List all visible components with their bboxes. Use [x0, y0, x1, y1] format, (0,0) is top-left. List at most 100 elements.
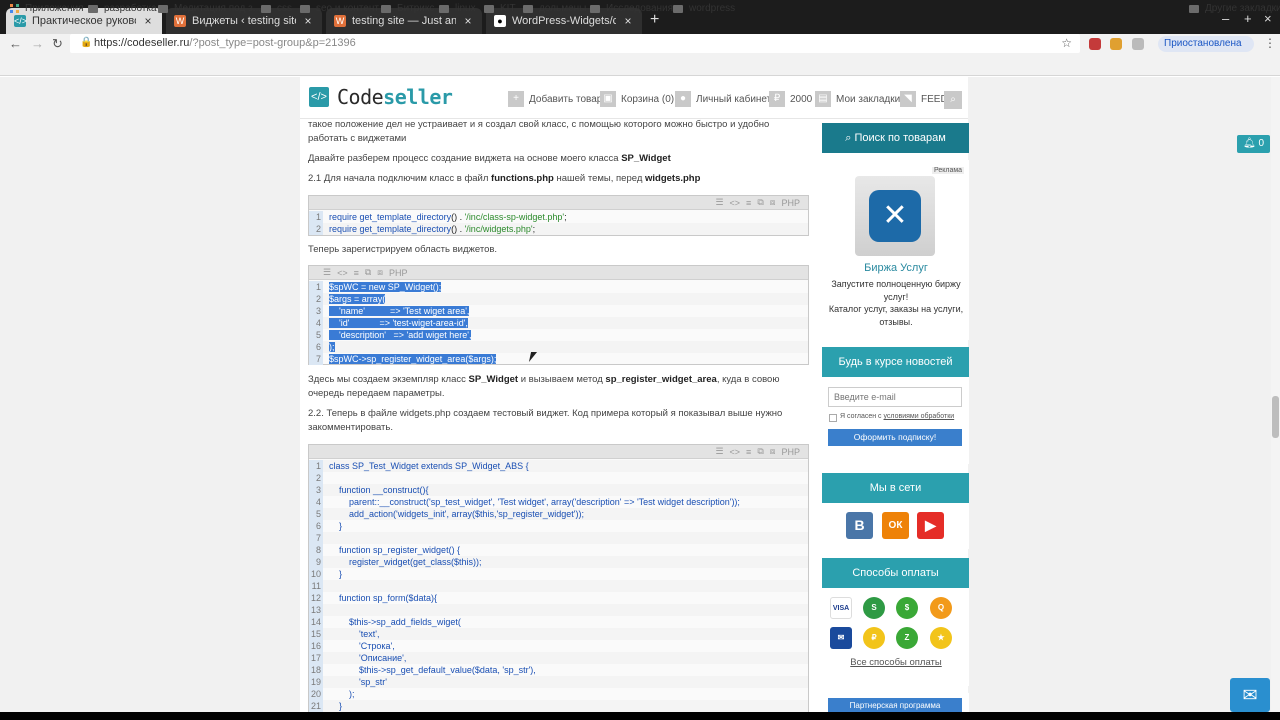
- code-icon[interactable]: <>: [730, 447, 741, 457]
- bookmark-folder[interactable]: KIT: [484, 3, 516, 14]
- code-text: $this->sp_add_fields_wiget(: [329, 617, 461, 627]
- vk-icon[interactable]: В: [846, 512, 873, 539]
- line-number: 12: [309, 592, 323, 604]
- cart-link[interactable]: ▣ Корзина (0): [600, 91, 674, 107]
- bookmark-folder[interactable]: Медитация под з...: [158, 3, 261, 14]
- bookmark-folder[interactable]: seo и контент: [300, 3, 379, 14]
- site-logo[interactable]: </> Codeseller: [309, 85, 453, 109]
- feedback-mail-button[interactable]: ✉: [1230, 678, 1270, 712]
- cart-icon: ▣: [600, 91, 616, 107]
- tab-title: testing site — Just another Wor...: [352, 15, 456, 27]
- code-icon[interactable]: <>: [730, 198, 741, 208]
- bookmark-folder[interactable]: wordpress: [673, 3, 735, 14]
- view-source-icon[interactable]: ☰: [715, 446, 723, 457]
- code-text: class SP_Test_Widget extends SP_Widget_A…: [329, 461, 529, 471]
- code-block-2: ☰ <> ≡ ⧉ ⧈ PHP 1 $spWC = new SP_Widget(); 2 $ar…: [308, 265, 809, 365]
- email-input[interactable]: [828, 387, 962, 407]
- github-favicon-icon: ●: [494, 15, 506, 27]
- bookmark-other[interactable]: Другие закладки: [1189, 3, 1280, 14]
- code-toolbar: ☰ <> ≡ ⧉ ⧈ PHP: [309, 266, 808, 280]
- feed-link[interactable]: ◥ FEED: [900, 91, 948, 107]
- bookmark-folder[interactable]: Исследования: [590, 3, 673, 14]
- code-block-3: ☰ <> ≡ ⧉ ⧈ PHP 1 class SP_Test_Widget extends …: [308, 444, 809, 712]
- article-paragraph: Здесь мы создаем экземпляр класс SP_Widg…: [308, 374, 780, 399]
- close-tab-icon[interactable]: ×: [462, 14, 474, 28]
- ruble-icon: ₽: [769, 91, 785, 107]
- article-paragraph: 2.2. Теперь в файле widgets.php создаем …: [308, 408, 783, 433]
- notifications-button[interactable]: 🔔︎ 0: [1237, 135, 1270, 153]
- close-tab-icon[interactable]: ×: [302, 14, 314, 28]
- close-tab-icon[interactable]: ×: [622, 14, 634, 28]
- wrap-icon[interactable]: ≡: [746, 198, 751, 208]
- code-line: 2: [309, 472, 808, 484]
- code-line: 17 'Описание',: [309, 652, 808, 664]
- bookmark-apps[interactable]: Приложения: [10, 3, 84, 14]
- extension-icon[interactable]: [1110, 38, 1122, 50]
- bookmark-folder[interactable]: дольмены: [523, 3, 586, 14]
- account-link[interactable]: ● Личный кабинет: [675, 91, 771, 107]
- open-window-icon[interactable]: ⧈: [377, 267, 383, 278]
- code-line: 1 $spWC = new SP_Widget();: [309, 281, 808, 293]
- bookmark-folder[interactable]: Битрикс: [381, 3, 434, 14]
- wrap-icon[interactable]: ≡: [354, 268, 359, 278]
- user-icon: ●: [675, 91, 691, 107]
- reload-icon[interactable]: ↻: [52, 36, 63, 52]
- folder-icon: [484, 4, 494, 13]
- scrollbar-thumb[interactable]: [1272, 396, 1279, 438]
- code-icon[interactable]: <>: [337, 268, 348, 278]
- open-window-icon[interactable]: ⧈: [770, 197, 776, 208]
- subscribe-button[interactable]: Оформить подписку!: [828, 429, 962, 446]
- bookmark-star-icon[interactable]: ☆: [1061, 36, 1072, 50]
- bottom-edge: [0, 712, 1280, 720]
- copy-icon[interactable]: ⧉: [757, 446, 763, 457]
- terms-link[interactable]: условиями обработки: [884, 413, 955, 420]
- all-payment-methods-link[interactable]: Все способы оплаты: [828, 657, 964, 668]
- line-number: 3: [309, 484, 323, 496]
- tab-title: WordPress-Widgets/class-sp-w...: [512, 15, 616, 27]
- menu-icon[interactable]: ⋮: [1264, 36, 1276, 50]
- code-line: 4 'id' => 'test-wiget-area-id',: [309, 317, 808, 329]
- line-number: 9: [309, 556, 323, 568]
- copy-icon[interactable]: ⧉: [365, 267, 371, 278]
- line-number: 4: [309, 496, 323, 508]
- bookmark-folder[interactable]: css: [261, 3, 292, 14]
- code-line: 8 function sp_register_widget() {: [309, 544, 808, 556]
- code-line: 13: [309, 604, 808, 616]
- extension-icon[interactable]: [1132, 38, 1144, 50]
- bookmark-folder[interactable]: разработка: [88, 3, 157, 14]
- bookmark-folder[interactable]: linux: [439, 3, 476, 14]
- code-line: 2 $args = array(: [309, 293, 808, 305]
- code-line: 16 'Строка',: [309, 640, 808, 652]
- view-source-icon[interactable]: ☰: [323, 267, 331, 278]
- wrap-icon[interactable]: ≡: [746, 447, 751, 457]
- ad-title-link[interactable]: Биржа Услуг: [828, 262, 964, 274]
- line-number: 6: [309, 520, 323, 532]
- view-source-icon[interactable]: ☰: [715, 197, 723, 208]
- odnoklassniki-icon[interactable]: ОК: [882, 512, 909, 539]
- line-number: 15: [309, 628, 323, 640]
- search-products-button[interactable]: ⌕ Поиск по товарам: [822, 123, 969, 153]
- code-text: 'text',: [329, 629, 380, 639]
- forward-icon[interactable]: →: [31, 36, 44, 51]
- mouse-cursor-icon: [528, 352, 544, 362]
- agree-checkbox[interactable]: [829, 414, 837, 422]
- balance-link[interactable]: ₽2000: [769, 91, 812, 107]
- copy-icon[interactable]: ⧉: [757, 197, 763, 208]
- bookmarks-link[interactable]: ▤ Мои закладки: [815, 91, 900, 107]
- open-window-icon[interactable]: ⧈: [770, 446, 776, 457]
- add-product-link[interactable]: + Добавить товар: [508, 91, 602, 107]
- close-tab-icon[interactable]: ×: [142, 14, 154, 28]
- youtube-icon[interactable]: ▶: [917, 512, 944, 539]
- code-line: 15 'text',: [309, 628, 808, 640]
- search-icon[interactable]: ⌕: [944, 91, 962, 109]
- folder-icon: [673, 4, 683, 13]
- back-icon[interactable]: ←: [9, 36, 22, 51]
- line-number: 21: [309, 700, 323, 712]
- code-text: 'Описание',: [329, 653, 407, 663]
- ad-image[interactable]: ✕: [855, 176, 935, 256]
- extension-icon[interactable]: [1089, 38, 1101, 50]
- profile-paused-button[interactable]: Приостановлена: [1158, 36, 1254, 52]
- address-bar[interactable]: 🔒 https://codeseller.ru/?post_type=post-…: [70, 34, 1080, 53]
- code-line: 6 }: [309, 520, 808, 532]
- code-text: $this->sp_get_default_value($data, 'sp_s…: [329, 665, 536, 675]
